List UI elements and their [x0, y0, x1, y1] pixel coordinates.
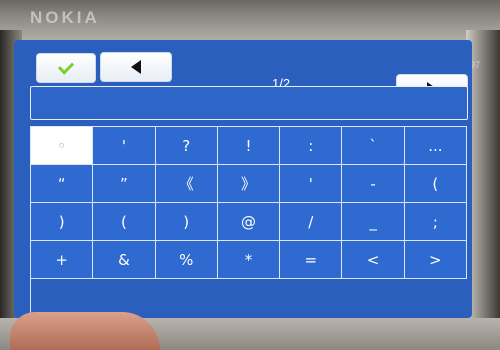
key-right-paren-alt[interactable]: ) — [155, 203, 218, 241]
key-degree[interactable]: ◦ — [31, 127, 94, 165]
key-asterisk[interactable]: * — [217, 241, 281, 279]
key-plus[interactable]: + — [31, 241, 94, 279]
key-close-double-quote[interactable]: ” — [93, 165, 156, 203]
key-hyphen[interactable]: - — [342, 165, 405, 203]
key-left-paren[interactable]: ( — [404, 165, 467, 203]
user-thumb — [10, 312, 160, 350]
key-greater-than[interactable]: > — [404, 241, 467, 279]
key-backtick[interactable]: ` — [342, 127, 405, 165]
key-colon[interactable]: : — [280, 127, 343, 165]
key-right-paren[interactable]: ) — [31, 203, 94, 241]
key-at[interactable]: @ — [217, 203, 281, 241]
key-close-angle-quote[interactable]: 》 — [217, 165, 281, 203]
checkmark-icon — [57, 57, 75, 75]
key-open-angle-quote[interactable]: 《 — [155, 165, 218, 203]
key-exclamation[interactable]: ! — [217, 127, 281, 165]
key-ampersand[interactable]: & — [93, 241, 156, 279]
key-equals[interactable]: = — [280, 241, 343, 279]
key-left-paren-alt[interactable]: ( — [93, 203, 156, 241]
key-percent[interactable]: % — [155, 241, 218, 279]
key-underscore[interactable]: _ — [342, 203, 405, 241]
key-apostrophe[interactable]: ' — [93, 127, 156, 165]
device-brand-logo: NOKIA — [30, 8, 100, 27]
key-ellipsis[interactable]: ... — [404, 127, 467, 165]
key-slash[interactable]: / — [280, 203, 343, 241]
text-input-field[interactable] — [30, 86, 468, 120]
previous-page-button[interactable] — [100, 52, 172, 82]
key-single-quote[interactable]: ' — [280, 165, 343, 203]
key-open-double-quote[interactable]: “ — [31, 165, 94, 203]
accept-button[interactable] — [36, 53, 96, 83]
key-semicolon[interactable]: ; — [404, 203, 467, 241]
key-question[interactable]: ? — [155, 127, 218, 165]
key-less-than[interactable]: < — [342, 241, 405, 279]
keyboard-toolbar: 1/2 — [14, 40, 472, 104]
device-top-bezel: NOKIA — [0, 0, 500, 42]
arrow-left-icon — [131, 60, 141, 74]
symbol-keyboard-screen: 1/2 ◦ ' ? ! : ` ... “ ” 《 》 ' - ( ) ( ) … — [14, 40, 472, 318]
symbol-key-grid: ◦ ' ? ! : ` ... “ ” 《 》 ' - ( ) ( ) @ / … — [30, 126, 467, 317]
